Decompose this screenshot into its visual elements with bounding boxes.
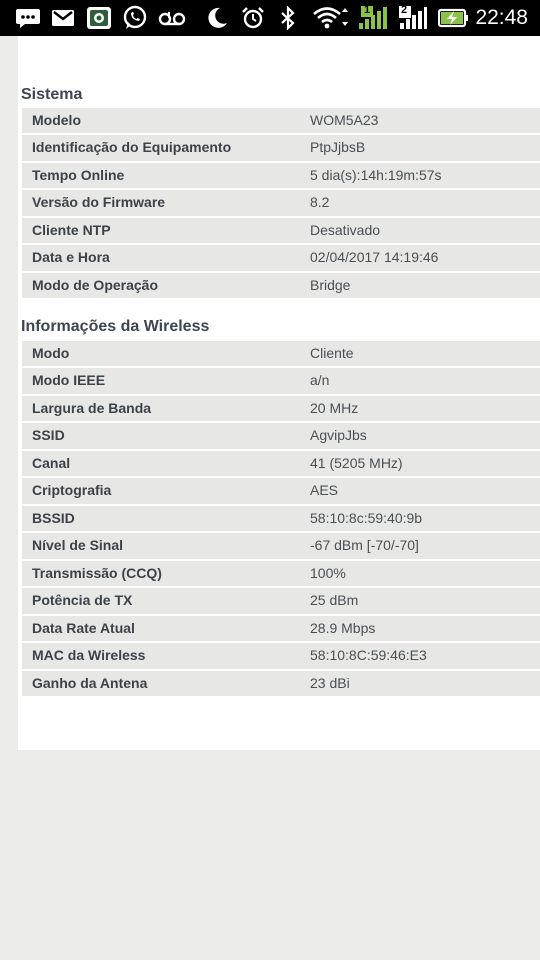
row-label: MAC da Wireless xyxy=(32,647,146,664)
table-row: Transmissão (CCQ) 100% xyxy=(22,560,540,587)
row-label: Modelo xyxy=(32,112,81,128)
row-label: Nível de Sinal xyxy=(32,537,124,554)
table-row: Identificação do Equipamento PtpJjbsB xyxy=(22,135,540,161)
voicemail-icon xyxy=(158,6,186,30)
signal-badge: 2 xyxy=(401,4,408,16)
row-value: Cliente xyxy=(310,345,354,361)
table-row: Tempo Online 5 dia(s):14h:19m:57s xyxy=(22,162,540,189)
row-value: WOM5A23 xyxy=(310,112,379,128)
table-row: Modo Cliente xyxy=(22,341,540,367)
row-label: Tempo Online xyxy=(32,166,125,183)
table-row: Criptografia AES xyxy=(22,478,540,504)
row-value: PtpJjbsB xyxy=(310,139,366,156)
row-label: SSID xyxy=(32,427,65,444)
moon-icon xyxy=(204,6,230,30)
table-row: Modo de Operação Bridge xyxy=(22,272,540,299)
table-row: Modelo WOM5A23 xyxy=(22,108,540,134)
bluetooth-icon xyxy=(278,6,298,30)
row-label: BSSID xyxy=(32,509,75,526)
row-label: Data Rate Atual xyxy=(32,619,135,636)
row-value: 8.2 xyxy=(310,194,330,211)
row-label: Modo IEEE xyxy=(32,372,106,389)
row-label: Cliente NTP xyxy=(32,221,111,238)
table-row: Nível de Sinal -67 dBm [-70/-70] xyxy=(22,533,540,559)
section-title-sistema: Sistema xyxy=(21,86,83,103)
whatsapp-icon xyxy=(121,5,149,30)
row-value: Bridge xyxy=(310,276,351,293)
app-icon xyxy=(85,6,113,30)
signal-icon: 2 xyxy=(397,4,429,30)
row-value: 28.9 Mbps xyxy=(310,619,376,636)
row-value: 02/04/2017 14:19:46 xyxy=(310,249,439,266)
status-bar: 1 2 22:48 xyxy=(0,0,540,36)
row-label: Transmissão (CCQ) xyxy=(32,564,162,581)
status-page: Sistema Modelo WOM5A23 Identificação do Eq… xyxy=(18,36,540,750)
clock-time: 22:48 xyxy=(475,6,528,29)
table-row: SSID AgvipJbs xyxy=(22,423,540,449)
gmail-icon xyxy=(50,6,76,30)
table-row: Cliente NTP Desativado xyxy=(22,217,540,244)
row-label: Identificação do Equipamento xyxy=(32,139,232,156)
row-value: Desativado xyxy=(310,221,381,238)
row-value: -67 dBm [-70/-70] xyxy=(310,537,419,554)
table-row: Versão do Firmware 8.2 xyxy=(22,190,540,216)
row-value: 100% xyxy=(310,564,346,581)
table-row: Canal 41 (5205 MHz) xyxy=(22,450,540,477)
row-value: 41 (5205 MHz) xyxy=(310,454,403,471)
row-label: Largura de Banda xyxy=(32,399,152,416)
wireless-table: Modo Cliente Modo IEEE a/n Largura de Banda 2… xyxy=(22,341,540,698)
row-value: 23 dBi xyxy=(310,674,350,691)
table-row: Data e Hora 02/04/2017 14:19:46 xyxy=(22,245,540,271)
alarm-icon xyxy=(240,6,266,30)
row-label: Potência de TX xyxy=(32,592,133,609)
row-label: Data e Hora xyxy=(32,249,110,266)
row-value: 5 dia(s):14h:19m:57s xyxy=(310,166,442,183)
row-value: 25 dBm xyxy=(310,592,359,609)
row-value: 20 MHz xyxy=(310,399,359,416)
row-label: Canal xyxy=(32,454,71,471)
table-row: MAC da Wireless 58:10:8C:59:46:E3 xyxy=(22,643,540,669)
row-label: Versão do Firmware xyxy=(32,194,166,211)
row-value: 58:10:8C:59:46:E3 xyxy=(310,647,427,664)
battery-charging-icon xyxy=(438,6,470,30)
table-row: Modo IEEE a/n xyxy=(22,368,540,394)
row-label: Ganho da Antena xyxy=(32,674,148,691)
row-label: Criptografia xyxy=(32,482,112,499)
table-row: Ganho da Antena 23 dBi xyxy=(22,670,540,697)
signal-icon: 1 xyxy=(356,4,390,30)
row-label: Modo xyxy=(32,345,70,361)
wifi-icon xyxy=(312,6,348,30)
table-row: Largura de Banda 20 MHz xyxy=(22,395,540,422)
row-value: 58:10:8c:59:40:9b xyxy=(310,509,423,526)
table-row: Potência de TX 25 dBm xyxy=(22,588,540,614)
sistema-table: Modelo WOM5A23 Identificação do Equipament… xyxy=(22,108,540,300)
messages-icon xyxy=(14,6,42,30)
table-row: Data Rate Atual 28.9 Mbps xyxy=(22,615,540,642)
row-value: AgvipJbs xyxy=(310,427,367,444)
row-value: AES xyxy=(310,482,339,499)
signal-badge: 1 xyxy=(364,4,371,16)
row-label: Modo de Operação xyxy=(32,276,159,293)
section-title-wireless: Informações da Wireless xyxy=(21,318,210,335)
row-value: a/n xyxy=(310,372,330,389)
table-row: BSSID 58:10:8c:59:40:9b xyxy=(22,505,540,532)
